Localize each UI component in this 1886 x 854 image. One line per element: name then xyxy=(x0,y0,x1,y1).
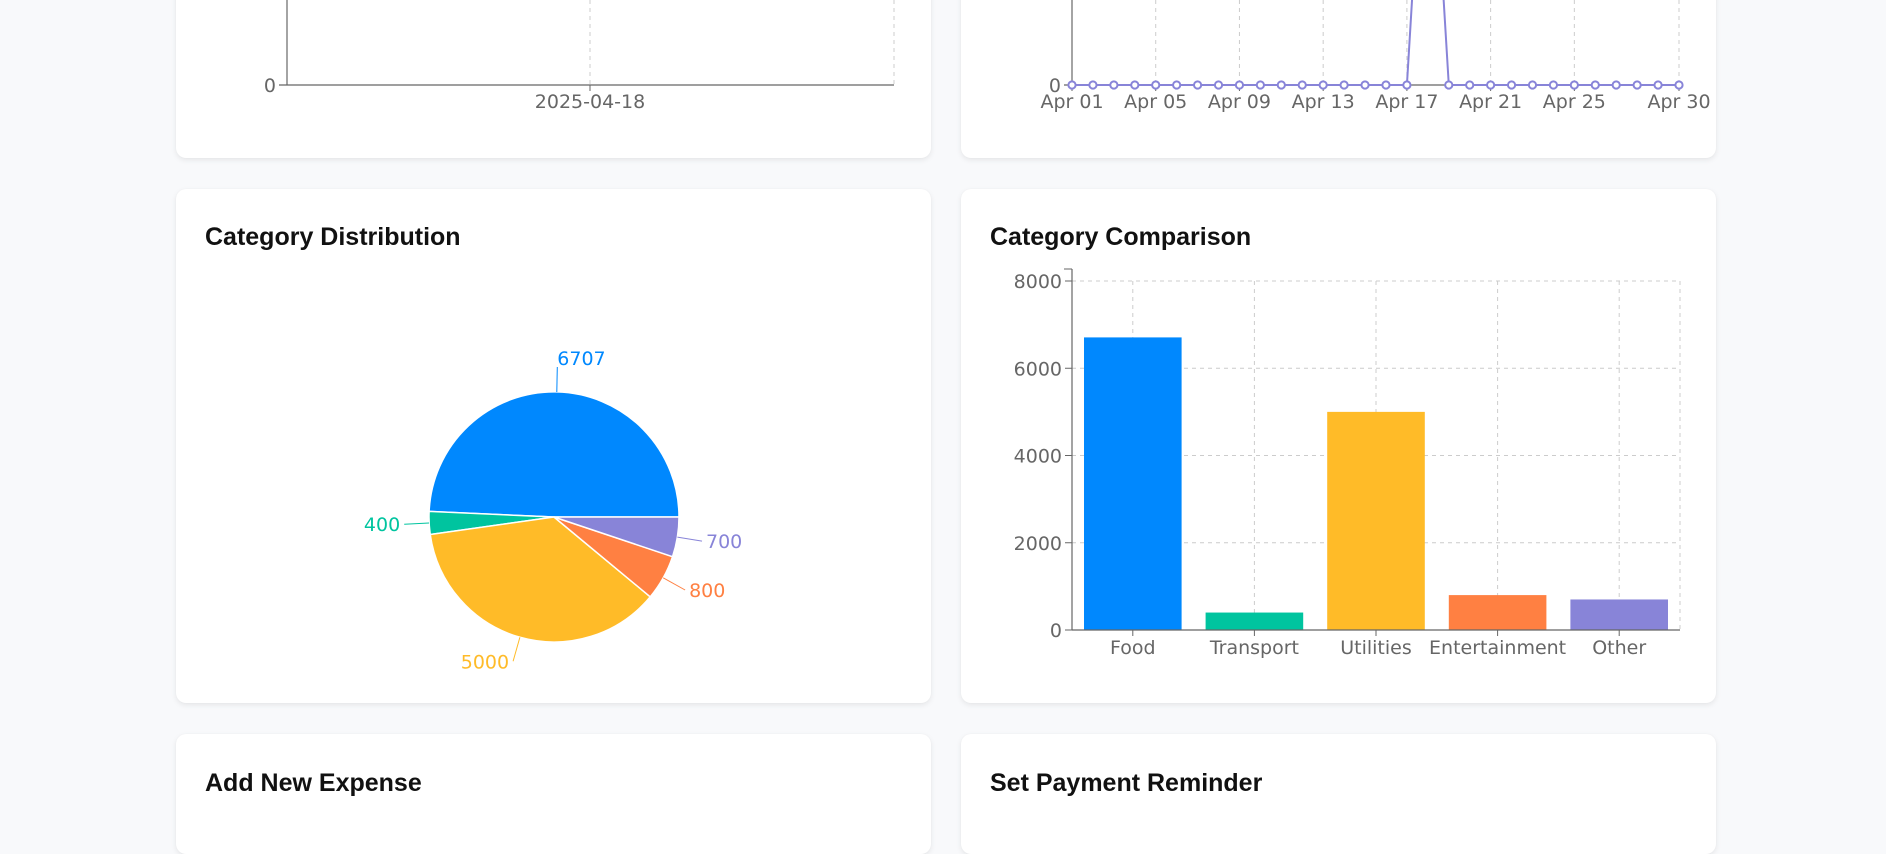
payment-reminder-card: Set Payment Reminder xyxy=(961,734,1716,854)
monthly-point xyxy=(1632,80,1642,90)
monthly-x-tick-label: Apr 05 xyxy=(1124,91,1187,113)
monthly-point xyxy=(1130,80,1140,90)
monthly-trend-chart: 3500 0 Apr 01Apr 05Apr 09Apr 13Apr 17Apr… xyxy=(1013,0,1711,113)
monthly-point xyxy=(1590,80,1600,90)
category-pie-chart: 6707 400 5000 800 700 xyxy=(364,348,742,673)
monthly-point xyxy=(1548,80,1559,90)
bar-transport[interactable] xyxy=(1205,612,1304,630)
monthly-point xyxy=(1213,80,1224,90)
monthly-point xyxy=(1611,80,1621,90)
monthly-point xyxy=(1674,80,1684,90)
category-bar-chart: 0 2000 4000 6000 8000 Food Transport Utilities E… xyxy=(1014,268,1681,659)
daily-y-tick-3500: 3500 xyxy=(228,0,276,4)
pie-label-line xyxy=(556,366,558,393)
pie-label-line xyxy=(677,536,703,542)
monthly-x-tick-label: Apr 30 xyxy=(1647,91,1710,113)
monthly-x-tick-label: Apr 21 xyxy=(1459,91,1522,113)
monthly-point xyxy=(1465,80,1475,90)
monthly-grid xyxy=(1155,0,1680,85)
bar-x-tick-label: Entertainment xyxy=(1429,637,1566,659)
pie-data-label: 700 xyxy=(706,531,742,553)
category-distribution-title: Category Distribution xyxy=(205,223,461,251)
monthly-point xyxy=(1381,80,1391,90)
bar-food[interactable] xyxy=(1084,337,1182,630)
bar-x-tick-label: Transport xyxy=(1209,637,1299,659)
bar-x-tick-label: Other xyxy=(1592,637,1646,659)
monthly-point xyxy=(1402,80,1412,90)
monthly-point xyxy=(1360,80,1370,90)
monthly-point xyxy=(1486,80,1496,90)
pie-label-line xyxy=(404,522,430,525)
monthly-x-tick-label: Apr 25 xyxy=(1543,91,1606,113)
monthly-point xyxy=(1339,80,1349,90)
bar-utilities[interactable] xyxy=(1327,411,1425,630)
bar-other[interactable] xyxy=(1570,599,1668,630)
bar-y-tick-label: 2000 xyxy=(1014,533,1062,555)
monthly-point xyxy=(1067,80,1077,90)
pie-slice-food[interactable] xyxy=(428,391,680,518)
add-expense-card: Add New Expense xyxy=(176,734,931,854)
bar-x-tick-label: Food xyxy=(1110,637,1156,659)
pie-data-label: 6707 xyxy=(557,348,605,370)
daily-x-tick-label: 2025-04-18 xyxy=(535,91,645,113)
bar-y-tick-label: 8000 xyxy=(1014,271,1062,293)
monthly-point xyxy=(1192,80,1203,90)
monthly-y-tick-3500: 3500 xyxy=(1013,0,1061,4)
monthly-point xyxy=(1653,80,1663,90)
monthly-trend-card: 3500 0 Apr 01Apr 05Apr 09Apr 13Apr 17Apr… xyxy=(961,0,1716,158)
payment-reminder-title: Set Payment Reminder xyxy=(990,769,1263,797)
monthly-x-tick-label: Apr 13 xyxy=(1292,91,1355,113)
daily-trend-card: 3500 0 2025-04-18 xyxy=(176,0,931,158)
monthly-point xyxy=(1255,80,1265,90)
daily-trend-chart: 3500 0 2025-04-18 xyxy=(228,0,895,113)
daily-y-tick-0: 0 xyxy=(264,75,276,97)
monthly-point xyxy=(1276,80,1286,90)
monthly-x-tick-label: Apr 09 xyxy=(1208,91,1271,113)
add-expense-title: Add New Expense xyxy=(205,769,422,797)
category-distribution-card: Category Distribution 6707 400 5000 800 700 … xyxy=(176,189,931,703)
monthly-point xyxy=(1506,80,1517,90)
pie-label-line xyxy=(662,577,686,591)
bar-x-tick-label: Utilities xyxy=(1340,637,1412,659)
pie-data-label: 5000 xyxy=(461,651,509,673)
monthly-x-ticks: Apr 01 Apr 05 Apr 09 Apr 13 Apr 17 Apr 21 Apr … xyxy=(1040,85,1711,113)
bar-y-tick-label: 6000 xyxy=(1014,358,1062,380)
monthly-point xyxy=(1234,80,1245,90)
category-comparison-card: Category Comparison 0 2000 4000 6000 8000 Foo… xyxy=(961,189,1716,703)
monthly-x-tick-label: Apr 17 xyxy=(1375,91,1438,113)
monthly-x-tick-label: Apr 01 xyxy=(1040,91,1103,113)
bar-y-tick-label: 4000 xyxy=(1014,446,1062,468)
monthly-point xyxy=(1172,80,1182,90)
monthly-point xyxy=(1088,80,1098,90)
pie-label-line xyxy=(512,637,521,662)
monthly-point xyxy=(1444,80,1454,90)
bar-y-tick-label: 0 xyxy=(1050,620,1062,642)
pie-data-label: 800 xyxy=(689,580,725,602)
monthly-series-line xyxy=(1072,0,1679,86)
monthly-point xyxy=(1569,80,1579,90)
pie-data-label: 400 xyxy=(364,514,400,536)
bar-entertainment[interactable] xyxy=(1448,595,1547,630)
monthly-point xyxy=(1527,80,1538,90)
monthly-point xyxy=(1297,80,1307,90)
monthly-point xyxy=(1318,80,1328,90)
monthly-point xyxy=(1151,80,1161,90)
monthly-point xyxy=(1109,80,1119,90)
